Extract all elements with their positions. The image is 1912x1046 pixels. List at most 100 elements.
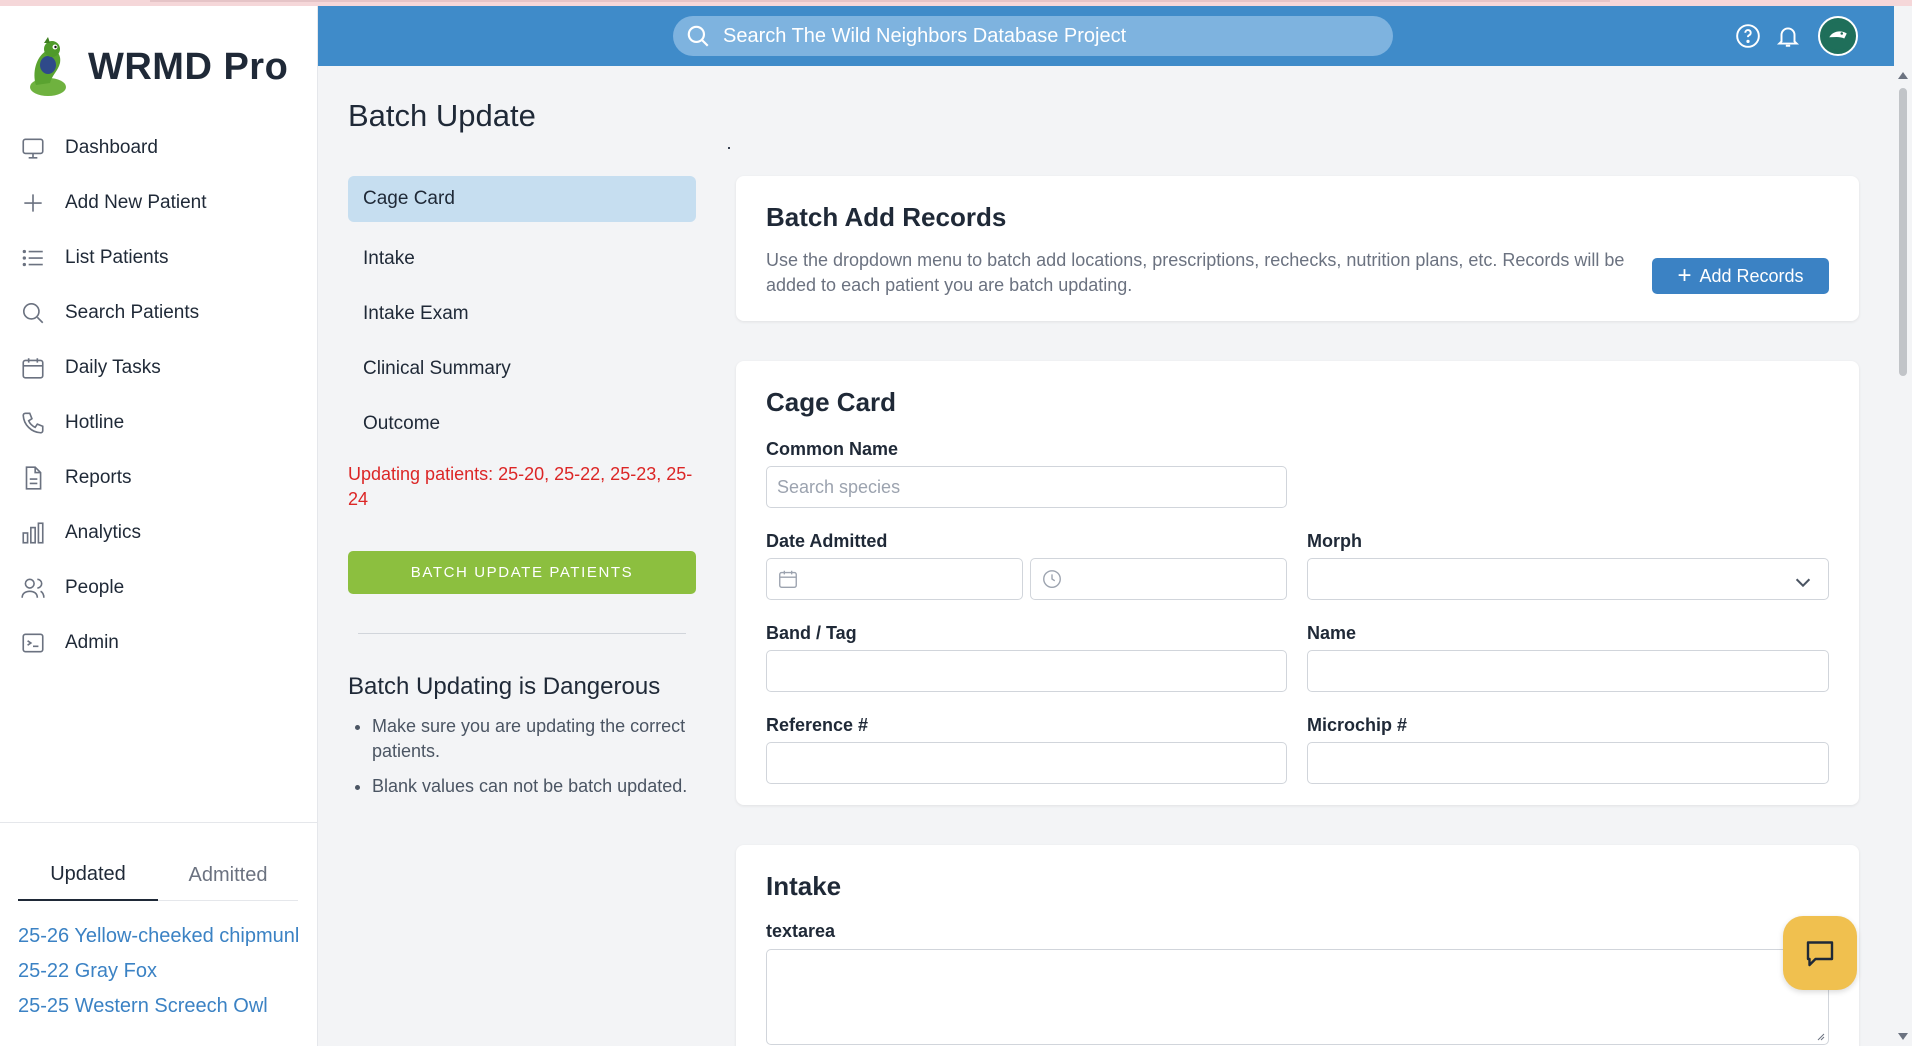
sidebar-item-admin[interactable]: Admin (0, 615, 318, 670)
header-actions (1722, 16, 1858, 56)
sidebar-item-hotline[interactable]: Hotline (0, 395, 318, 450)
intake-card: Intake textarea (736, 845, 1859, 1046)
sidebar-item-label: Daily Tasks (65, 356, 161, 378)
textarea-label: textarea (766, 921, 836, 941)
danger-bullet: Make sure you are updating the correct p… (372, 714, 702, 764)
list-icon (20, 245, 46, 271)
chat-support-button[interactable] (1783, 916, 1857, 990)
global-search-input[interactable]: Search The Wild Neighbors Database Proje… (673, 16, 1393, 56)
sidebar-item-list-patients[interactable]: List Patients (0, 230, 318, 285)
search-icon (20, 300, 46, 326)
common-name-input[interactable]: Search species (766, 466, 1287, 508)
terminal-icon (20, 630, 46, 656)
sidebar-item-label: Reports (65, 466, 132, 488)
recent-tabs: Updated Admitted (18, 849, 298, 901)
recent-patients-panel: Updated Admitted 25-26 Yellow-cheeked ch… (0, 822, 318, 1046)
sidebar-nav: Dashboard Add New Patient List Patients … (0, 120, 318, 670)
sidebar-item-label: List Patients (65, 246, 169, 268)
batch-update-subnav: Cage Card Intake Intake Exam Clinical Su… (348, 176, 696, 451)
microchip-input[interactable] (1307, 742, 1829, 784)
card-title: Intake (766, 871, 842, 901)
sidebar-item-add-new-patient[interactable]: Add New Patient (0, 175, 318, 230)
band-tag-label: Band / Tag (766, 623, 857, 643)
monitor-icon (20, 135, 46, 161)
subnav-cage-card[interactable]: Cage Card (348, 176, 696, 222)
common-name-placeholder: Search species (777, 476, 901, 497)
date-admitted-time-input[interactable] (1030, 558, 1287, 600)
morph-label: Morph (1307, 531, 1362, 551)
date-admitted-date-input[interactable] (766, 558, 1023, 600)
name-input[interactable] (1307, 650, 1829, 692)
tab-admitted[interactable]: Admitted (158, 849, 298, 901)
page-scrollbar[interactable] (1894, 66, 1912, 1046)
intake-textarea[interactable] (766, 949, 1829, 1045)
help-icon[interactable] (1734, 22, 1762, 50)
top-bar: Search The Wild Neighbors Database Proje… (318, 6, 1894, 66)
sidebar-item-label: Search Patients (65, 301, 200, 323)
phone-icon (20, 410, 46, 436)
add-records-button[interactable]: + Add Records (1652, 258, 1829, 294)
subnav-clinical-summary[interactable]: Clinical Summary (348, 341, 696, 396)
sidebar-item-label: Hotline (65, 411, 125, 433)
organization-logo-icon (1824, 22, 1852, 50)
sidebar-item-label: People (65, 576, 125, 598)
avatar[interactable] (1818, 16, 1858, 56)
subnav-intake[interactable]: Intake (348, 231, 696, 286)
chevron-down-icon (1795, 578, 1811, 588)
sidebar-item-reports[interactable]: Reports (0, 450, 318, 505)
search-placeholder: Search The Wild Neighbors Database Proje… (723, 24, 1127, 47)
batch-add-description: Use the dropdown menu to batch add locat… (766, 250, 1625, 295)
sidebar-item-dashboard[interactable]: Dashboard (0, 120, 318, 175)
add-records-label: Add Records (1699, 265, 1804, 286)
name-label: Name (1307, 623, 1357, 643)
bar-chart-icon (20, 520, 46, 546)
tab-updated[interactable]: Updated (18, 849, 158, 901)
cage-card-card: Cage Card Common Name Search species Dat… (736, 361, 1859, 805)
common-name-label: Common Name (766, 439, 899, 459)
divider (358, 633, 686, 634)
batch-add-records-card: Batch Add Records Use the dropdown menu … (736, 176, 1859, 321)
calendar-icon (779, 570, 797, 588)
band-tag-input[interactable] (766, 650, 1287, 692)
sidebar-item-label: Add New Patient (65, 191, 207, 213)
page-title: Batch Update (348, 98, 536, 133)
sidebar: WRMD Pro Dashboard Add New Patient List … (0, 6, 318, 1046)
sidebar-item-label: Analytics (65, 521, 142, 543)
card-title: Batch Add Records (766, 202, 1007, 232)
clock-icon (1043, 570, 1061, 588)
scrollbar-thumb[interactable] (1899, 88, 1907, 376)
card-title: Cage Card (766, 387, 897, 417)
morph-select[interactable] (1307, 558, 1829, 600)
updating-patients-text: Updating patients: 25-20, 25-22, 25-23, … (348, 464, 693, 509)
sidebar-item-search-patients[interactable]: Search Patients (0, 285, 318, 340)
batch-update-patients-button[interactable]: BATCH UPDATE PATIENTS (348, 551, 696, 594)
calendar-icon (20, 355, 46, 381)
sidebar-item-daily-tasks[interactable]: Daily Tasks (0, 340, 318, 395)
date-admitted-label: Date Admitted (766, 531, 888, 551)
brand[interactable]: WRMD Pro (22, 32, 288, 102)
plus-icon: + (1677, 262, 1692, 289)
recent-patient-link[interactable]: 25-26 Yellow-cheeked chipmunk (18, 919, 298, 954)
users-icon (20, 575, 46, 601)
subnav-intake-exam[interactable]: Intake Exam (348, 286, 696, 341)
sidebar-item-analytics[interactable]: Analytics (0, 505, 318, 560)
resize-handle-icon[interactable] (1815, 1031, 1825, 1041)
reference-input[interactable] (766, 742, 1287, 784)
chat-bubble-icon (1806, 941, 1834, 967)
search-icon (687, 25, 709, 47)
recent-patient-link[interactable]: 25-25 Western Screech Owl (18, 989, 298, 1024)
microchip-label: Microchip # (1307, 715, 1408, 735)
bell-icon[interactable] (1774, 22, 1802, 50)
danger-list: Make sure you are updating the correct p… (372, 714, 702, 809)
sidebar-item-label: Admin (65, 631, 119, 653)
recent-patient-link[interactable]: 25-22 Gray Fox (18, 954, 298, 989)
recent-list: 25-26 Yellow-cheeked chipmunk 25-22 Gray… (18, 919, 298, 1024)
app-title: WRMD Pro (88, 45, 289, 88)
sidebar-item-people[interactable]: People (0, 560, 318, 615)
danger-bullet: Blank values can not be batch updated. (372, 774, 702, 799)
document-icon (20, 465, 46, 491)
plus-icon (20, 190, 46, 216)
app-logo (30, 37, 66, 96)
subnav-outcome[interactable]: Outcome (348, 396, 696, 451)
danger-title: Batch Updating is Dangerous (348, 673, 661, 700)
